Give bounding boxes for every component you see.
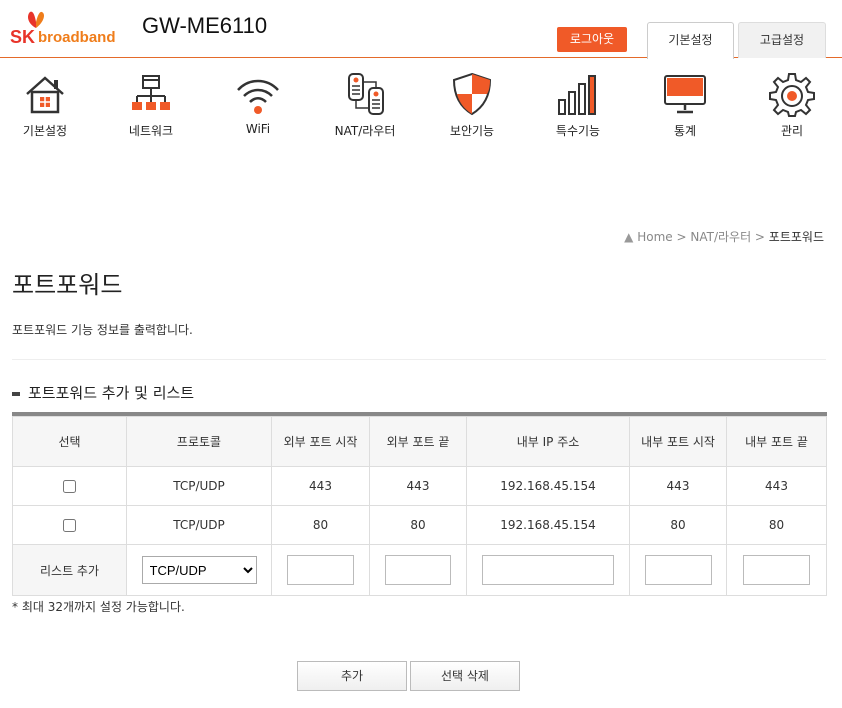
nav-label-management: 관리 [780, 124, 804, 138]
monitor-icon [664, 75, 706, 114]
breadcrumb-current: 포트포워드 [768, 230, 824, 244]
logo-sk-text: SK [10, 27, 36, 47]
protocol-select[interactable]: TCP/UDP [141, 556, 257, 584]
nav-item-security[interactable]: 보안기능 [422, 70, 522, 139]
nav-label-statistics: 통계 [673, 124, 697, 138]
section-title: 포트포워드 추가 및 리스트 [12, 382, 194, 403]
section-title-text: 포트포워드 추가 및 리스트 [28, 384, 195, 402]
bar-chart-icon [558, 75, 596, 115]
max-entries-note: * 최대 32개까지 설정 가능합니다. [12, 600, 185, 614]
divider [12, 359, 826, 360]
model-name: GW-ME6110 [142, 13, 268, 38]
int-port-start-input[interactable] [644, 555, 712, 585]
network-icon [132, 75, 170, 110]
page-description: 포트포워드 기능 정보를 출력합니다. [12, 323, 193, 337]
tab-basic-settings[interactable]: 기본설정 [647, 22, 734, 59]
logo-broadband-text: broadband [38, 29, 116, 46]
logout-button[interactable]: 로그아웃 [557, 27, 627, 52]
add-list-label: 리스트 추가 [12, 544, 127, 596]
ext-port-start-cell: 443 [271, 466, 370, 506]
nav-item-network[interactable]: 네트워크 [101, 70, 201, 139]
ext-port-end-cell: 80 [369, 505, 467, 545]
ext-port-start-input[interactable] [287, 555, 354, 585]
sk-broadband-logo[interactable]: SK broadband [10, 10, 125, 50]
nav-label-security: 보안기능 [449, 124, 495, 138]
select-cell [12, 505, 127, 545]
nav-item-wifi[interactable]: WiFi [208, 70, 308, 136]
nav-label-basic: 기본설정 [22, 124, 68, 138]
int-port-end-input[interactable] [743, 555, 810, 585]
internal-ip-input-cell [466, 544, 630, 596]
nav-label-network: 네트워크 [128, 124, 174, 138]
column-header: 선택 [12, 416, 127, 467]
port-forward-table: 선택 프로토콜 외부 포트 시작 외부 포트 끝 내부 IP 주소 내부 포트 … [12, 412, 827, 596]
select-cell [12, 466, 127, 506]
internal-ip-input[interactable] [482, 555, 614, 585]
int-port-end-input-cell [726, 544, 827, 596]
breadcrumb-home[interactable]: Home [637, 230, 672, 244]
column-header: 내부 IP 주소 [466, 416, 630, 467]
page-title: 포트포워드 [12, 271, 123, 299]
ext-port-start-cell: 80 [271, 505, 370, 545]
delete-selected-button[interactable]: 선택 삭제 [410, 661, 520, 691]
ext-port-end-input-cell [369, 544, 467, 596]
nav-item-nat-router[interactable]: NAT/라우터 [315, 70, 415, 139]
column-header: 외부 포트 시작 [271, 416, 370, 467]
nav-item-special[interactable]: 특수기능 [528, 70, 628, 139]
internal-ip-cell: 192.168.45.154 [466, 505, 630, 545]
section-bullet [12, 391, 20, 396]
header: SK broadband GW-ME6110 로그아웃 기본설정 고급설정 [0, 0, 842, 59]
column-header: 외부 포트 끝 [369, 416, 467, 467]
nav-label-nat-router: NAT/라우터 [334, 124, 396, 138]
add-list-row: 리스트 추가 TCP/UDP [12, 544, 827, 596]
int-port-start-cell: 80 [629, 505, 727, 545]
table-row: TCP/UDP 80 80 192.168.45.154 80 80 [12, 505, 827, 545]
ext-port-start-input-cell [271, 544, 370, 596]
protocol-cell: TCP/UDP [126, 505, 272, 545]
nav-item-statistics[interactable]: 통계 [635, 70, 735, 139]
int-port-end-cell: 443 [726, 466, 827, 506]
nav-label-special: 특수기능 [555, 124, 601, 138]
row-select-checkbox[interactable] [63, 480, 76, 493]
column-header: 내부 포트 끝 [726, 416, 827, 467]
int-port-end-cell: 80 [726, 505, 827, 545]
table-header-row: 선택 프로토콜 외부 포트 시작 외부 포트 끝 내부 IP 주소 내부 포트 … [12, 416, 827, 467]
breadcrumb-separator: > [751, 230, 769, 244]
protocol-select-cell: TCP/UDP [126, 544, 272, 596]
shield-icon [452, 72, 492, 116]
wifi-icon [237, 79, 279, 114]
ext-port-end-input[interactable] [385, 555, 451, 585]
nav-label-wifi: WiFi [245, 122, 271, 136]
nav-item-management[interactable]: 관리 [742, 70, 842, 139]
ext-port-end-cell: 443 [369, 466, 467, 506]
internal-ip-cell: 192.168.45.154 [466, 466, 630, 506]
router-icon [348, 73, 384, 115]
table-row: TCP/UDP 443 443 192.168.45.154 443 443 [12, 466, 827, 506]
column-header: 프로토콜 [126, 416, 272, 467]
add-button[interactable]: 추가 [297, 661, 407, 691]
main-nav: 기본설정 네트워크 WiFi NAT/라우터 보안기능 특수기능 통계 관리 [0, 70, 842, 142]
int-port-start-input-cell [629, 544, 727, 596]
tab-advanced-settings[interactable]: 고급설정 [738, 22, 826, 58]
row-select-checkbox[interactable] [63, 519, 76, 532]
breadcrumb-section[interactable]: NAT/라우터 [690, 230, 751, 244]
int-port-start-cell: 443 [629, 466, 727, 506]
column-header: 내부 포트 시작 [629, 416, 727, 467]
home-icon [26, 76, 64, 114]
nav-item-basic[interactable]: 기본설정 [0, 70, 95, 139]
gear-icon [769, 73, 815, 117]
breadcrumb-separator: > [672, 230, 691, 244]
protocol-cell: TCP/UDP [126, 466, 272, 506]
breadcrumb: ▲ Home > NAT/라우터 > 포트포워드 [624, 228, 824, 245]
home-icon: ▲ [624, 230, 634, 244]
